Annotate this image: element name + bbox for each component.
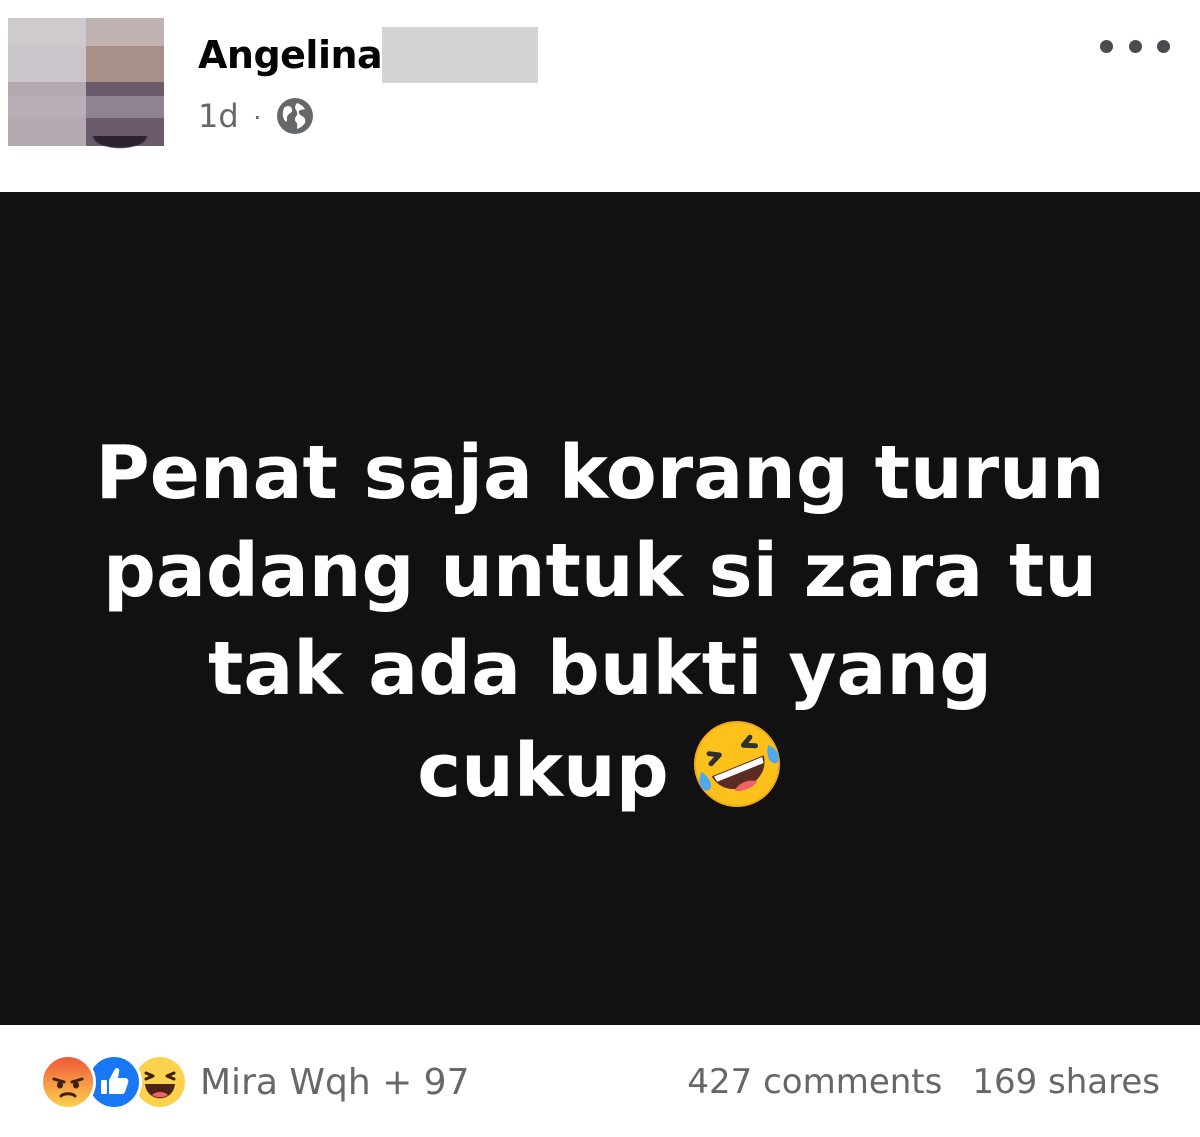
reactions-summary[interactable]: Mira Wqh + 97 (40, 1054, 470, 1110)
engagement-counts: 427 comments 169 shares (687, 1055, 1160, 1109)
more-dot (1128, 39, 1142, 53)
post-footer: Mira Wqh + 97 427 comments 169 shares (0, 1025, 1200, 1137)
author-name[interactable]: Angelina (198, 33, 383, 77)
name-redaction (382, 27, 539, 83)
post-meta: 1d · (198, 96, 314, 136)
author-row: Angelina (198, 27, 539, 83)
post-text-line: tak ada bukti yang (207, 626, 993, 712)
post-text-line: Penat saja korang turun (95, 430, 1105, 516)
reactors-text[interactable]: Mira Wqh + 97 (200, 1062, 470, 1103)
meta-separator: · (252, 100, 262, 131)
post-image[interactable]: Penat saja korang turun padang untuk si … (0, 192, 1200, 1025)
post-header: Angelina 1d · (0, 0, 1200, 192)
shares-count-link[interactable]: 169 shares (972, 1062, 1160, 1102)
rolling-laughing-emoji-icon (691, 718, 783, 810)
avatar-edge (80, 136, 160, 154)
globe-icon (276, 97, 314, 135)
more-dot (1100, 39, 1113, 53)
post-text: Penat saja korang turun padang untuk si … (60, 424, 1140, 820)
post-text-line: padang untuk si zara tu (102, 528, 1098, 614)
post-timestamp[interactable]: 1d (198, 97, 239, 135)
more-options-button[interactable] (1100, 30, 1170, 62)
more-dot (1157, 39, 1170, 53)
post-text-line-last: cukup (60, 718, 1140, 820)
facebook-post: Angelina 1d · Penat saja korang turun pa… (0, 0, 1200, 1137)
comments-count-link[interactable]: 427 comments (687, 1062, 942, 1102)
angry-reaction-icon (40, 1054, 96, 1110)
author-avatar[interactable] (8, 18, 164, 146)
post-text-line: cukup (417, 728, 669, 814)
